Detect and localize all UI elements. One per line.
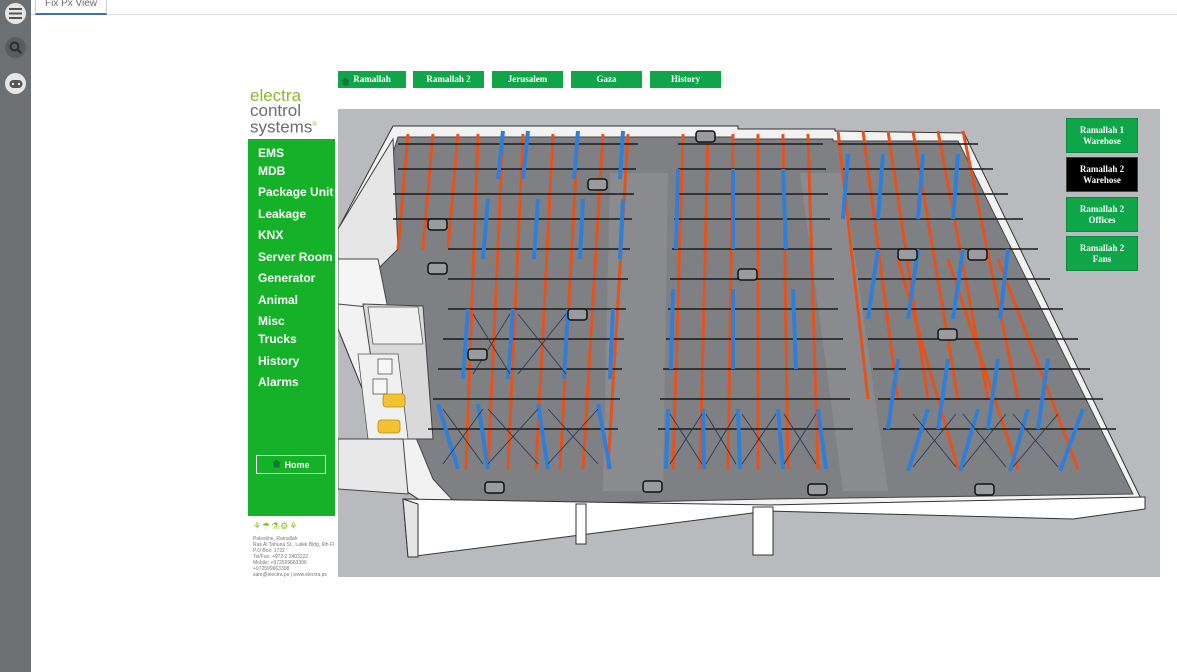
gamepad-icon[interactable] xyxy=(5,73,26,94)
menu-item-server-room[interactable]: Server Room xyxy=(258,250,333,264)
menu-icon[interactable] xyxy=(5,3,26,24)
tab-bar: Fix Px View xyxy=(31,0,1177,15)
side-button-ramallah-2-warehose[interactable]: Ramallah 2 Warehose xyxy=(1066,157,1138,192)
left-rail xyxy=(0,0,31,672)
side-button-line1: Ramallah 2 xyxy=(1079,203,1125,214)
menu-item-leakage[interactable]: Leakage xyxy=(258,207,306,221)
yellow-marker xyxy=(377,419,401,434)
menu-item-mdb[interactable]: MDB xyxy=(258,164,285,178)
menu-item-animal[interactable]: Animal xyxy=(258,293,298,307)
yellow-marker xyxy=(382,393,406,408)
contact-line: sam@electra.ps | www.electra.ps xyxy=(253,572,327,578)
side-button-ramallah-2-fans[interactable]: Ramallah 2 Fans xyxy=(1066,236,1138,271)
menu-item-ems[interactable]: EMS xyxy=(258,146,284,160)
contact-info: ⚘☂⚗⚙⚘ Palestine, Ramallah Ras Al Tahuna … xyxy=(253,520,339,578)
home-icon xyxy=(272,459,281,470)
side-button-ramallah-1-warehose[interactable]: Ramallah 1 Warehose xyxy=(1066,118,1138,153)
side-button-line1: Ramallah 2 xyxy=(1079,163,1125,174)
side-button-line2: Warehose xyxy=(1083,174,1121,185)
menu-item-generator[interactable]: Generator xyxy=(258,271,315,285)
side-button-line1: Ramallah 1 xyxy=(1079,124,1125,135)
site-button-gaza[interactable]: Gaza xyxy=(571,71,642,88)
menu-item-knx[interactable]: KNX xyxy=(258,228,283,242)
site-button-ramallah[interactable]: Ramallah xyxy=(338,71,406,88)
logo-registered-mark: ® xyxy=(312,122,317,128)
side-button-line2: Fans xyxy=(1092,253,1112,264)
warehouse-3d-view xyxy=(338,109,1160,577)
menu-item-history[interactable]: History xyxy=(258,354,299,368)
side-button-line2: Warehose xyxy=(1083,135,1121,146)
side-button-ramallah-2-offices[interactable]: Ramallah 2 Offices xyxy=(1066,197,1138,232)
site-button-label: Ramallah xyxy=(353,74,391,84)
logo-line-2: control xyxy=(250,101,302,120)
electra-logo: electra control systems® xyxy=(250,87,317,137)
side-button-line1: Ramallah 2 xyxy=(1079,242,1125,253)
side-button-line2: Offices xyxy=(1088,214,1116,225)
tab-fix-px-view[interactable]: Fix Px View xyxy=(35,0,107,15)
site-button-history[interactable]: History xyxy=(650,71,721,88)
main-menu: EMS MDB Package Unit Leakage KNX Server … xyxy=(248,139,335,516)
site-button-jerusalem[interactable]: Jerusalem xyxy=(492,71,563,88)
logo-line-3: systems xyxy=(250,117,313,137)
menu-item-alarms[interactable]: Alarms xyxy=(258,375,299,389)
home-button[interactable]: Home xyxy=(256,455,326,474)
site-button-ramallah-2[interactable]: Ramallah 2 xyxy=(413,71,484,88)
menu-item-misc[interactable]: Misc xyxy=(258,314,285,328)
warehouse-floor-plan xyxy=(338,125,1146,558)
search-icon[interactable] xyxy=(5,37,26,58)
home-small-icon xyxy=(341,75,350,92)
service-icons: ⚘☂⚗⚙⚘ xyxy=(253,521,299,531)
menu-item-package-unit[interactable]: Package Unit xyxy=(258,185,333,199)
menu-item-trucks[interactable]: Trucks xyxy=(258,332,297,346)
home-button-label: Home xyxy=(284,459,310,470)
